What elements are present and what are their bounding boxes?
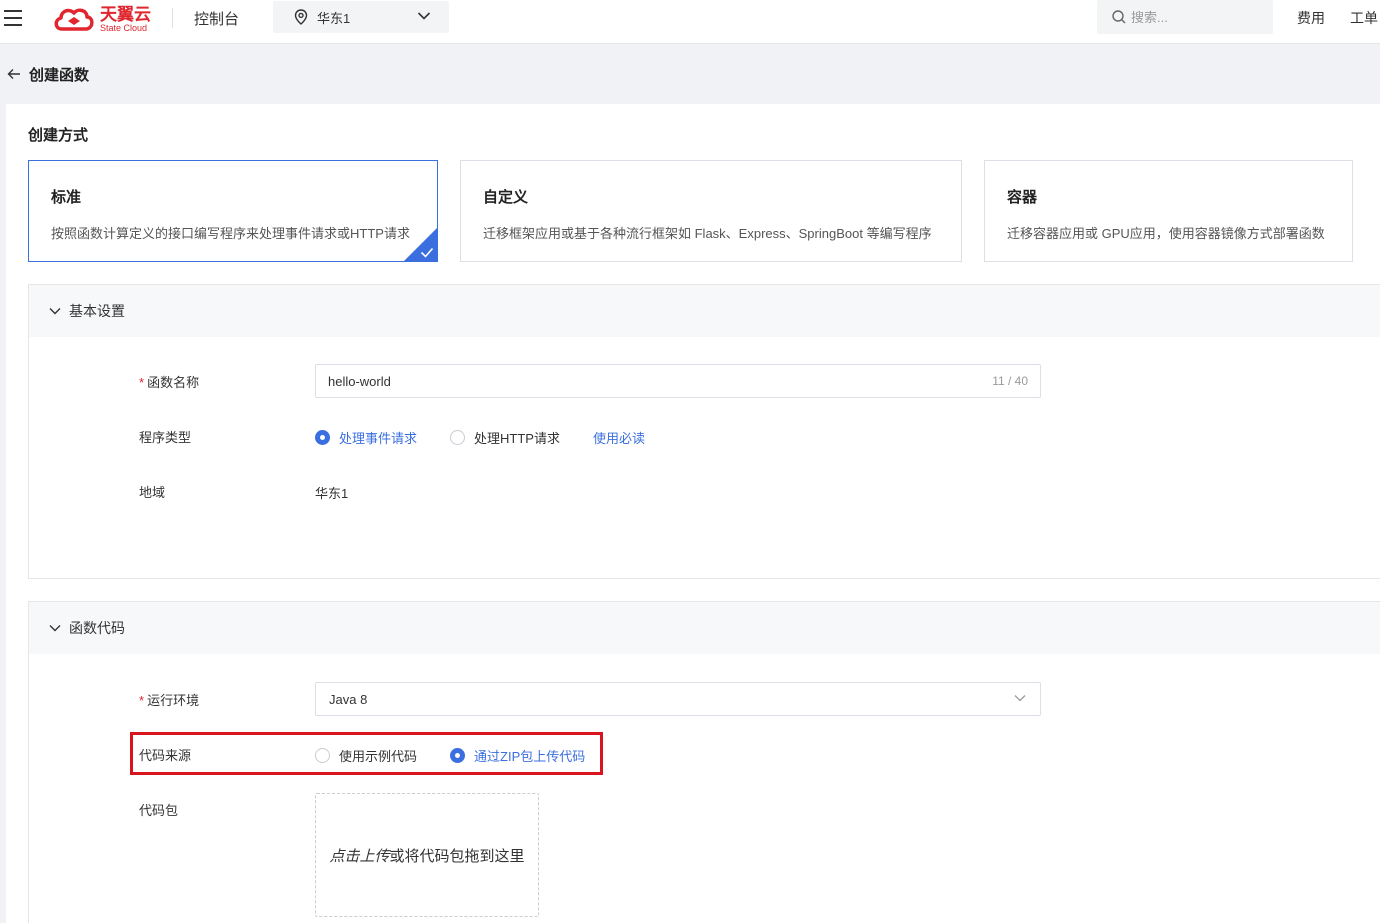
search-box[interactable]	[1097, 0, 1273, 34]
runtime-value: Java 8	[329, 691, 368, 707]
basic-settings-header[interactable]: 基本设置	[29, 285, 1380, 337]
char-count: 11 / 40	[992, 374, 1028, 388]
logo[interactable]: 天翼云 State Cloud	[52, 4, 151, 34]
radio-dot	[450, 430, 466, 445]
function-name-input[interactable]: hello-world 11 / 40	[315, 364, 1041, 398]
program-type-radio-group: 处理事件请求 处理HTTP请求 使用必读	[315, 428, 645, 447]
method-card-container[interactable]: 容器 迁移容器应用或 GPU应用，使用容器镜像方式部署函数	[984, 160, 1353, 262]
required-mark: *	[139, 375, 145, 390]
main-panel: 创建方式 标准 按照函数计算定义的接口编写程序来处理事件请求或HTTP请求 自定…	[6, 104, 1380, 923]
radio-event-request[interactable]: 处理事件请求	[315, 428, 417, 447]
chevron-down-icon	[417, 12, 431, 20]
fee-link[interactable]: 费用	[1297, 8, 1325, 28]
annotation-highlight-box	[130, 732, 603, 775]
header-divider	[172, 8, 173, 28]
region-value: 华东1	[315, 486, 349, 501]
search-input[interactable]	[1131, 9, 1261, 25]
method-card-title: 标准	[51, 189, 82, 206]
radio-dot	[315, 430, 330, 445]
radio-label: 处理HTTP请求	[474, 431, 560, 446]
method-card-desc: 迁移容器应用或 GPU应用，使用容器镜像方式部署函数	[1007, 226, 1325, 241]
method-card-title: 容器	[1007, 189, 1038, 206]
chevron-down-icon	[1014, 695, 1026, 702]
region-selector[interactable]: 华东1	[273, 1, 449, 33]
basic-settings-group: 基本设置	[28, 284, 1380, 579]
function-name-label: * 函数名称	[139, 375, 200, 390]
code-package-label: 代码包	[139, 803, 179, 818]
required-mark: *	[139, 693, 145, 708]
code-package-upload-area[interactable]: 点击上传 或将代码包拖到这里	[315, 793, 539, 917]
page-header: 创建函数	[0, 56, 89, 92]
upload-click-text[interactable]: 点击上传	[329, 845, 389, 866]
check-icon	[420, 247, 434, 258]
method-card-title: 自定义	[483, 189, 529, 206]
search-icon	[1112, 10, 1126, 24]
usage-guide-link[interactable]: 使用必读	[593, 428, 645, 447]
region-selector-value: 华东1	[317, 10, 351, 26]
logo-text-en: State Cloud	[100, 22, 148, 33]
program-type-label: 程序类型	[139, 430, 192, 445]
console-link[interactable]: 控制台	[194, 8, 239, 29]
create-method-title: 创建方式	[28, 127, 89, 144]
ticket-link[interactable]: 工单	[1350, 8, 1378, 28]
runtime-label: * 运行环境	[139, 693, 200, 708]
method-card-desc: 迁移框架应用或基于各种流行框架如 Flask、Express、SpringBoo…	[483, 226, 932, 241]
chevron-down-icon	[49, 625, 61, 632]
method-card-desc: 按照函数计算定义的接口编写程序来处理事件请求或HTTP请求	[51, 226, 410, 241]
method-card-standard[interactable]: 标准 按照函数计算定义的接口编写程序来处理事件请求或HTTP请求	[28, 160, 438, 262]
upload-drag-text: 或将代码包拖到这里	[389, 847, 525, 865]
top-bar: 天翼云 State Cloud 控制台 华东1 费用 工单	[0, 0, 1380, 44]
hamburger-menu-icon[interactable]	[4, 10, 22, 26]
logo-text-cn: 天翼云	[100, 4, 151, 24]
function-name-value: hello-world	[328, 373, 391, 389]
radio-label: 处理事件请求	[339, 431, 418, 446]
method-card-custom[interactable]: 自定义 迁移框架应用或基于各种流行框架如 Flask、Express、Sprin…	[460, 160, 962, 262]
function-code-title: 函数代码	[69, 620, 125, 636]
function-code-header[interactable]: 函数代码	[29, 602, 1380, 654]
basic-settings-title: 基本设置	[69, 303, 125, 319]
region-label: 地域	[139, 485, 166, 500]
chevron-down-icon	[49, 308, 61, 315]
runtime-select[interactable]: Java 8	[315, 682, 1041, 716]
radio-http-request[interactable]: 处理HTTP请求	[450, 428, 560, 447]
location-pin-icon	[294, 9, 308, 25]
page-title: 创建函数	[29, 66, 90, 84]
cloud-logo-icon	[54, 8, 94, 31]
back-arrow-icon[interactable]	[7, 68, 21, 80]
